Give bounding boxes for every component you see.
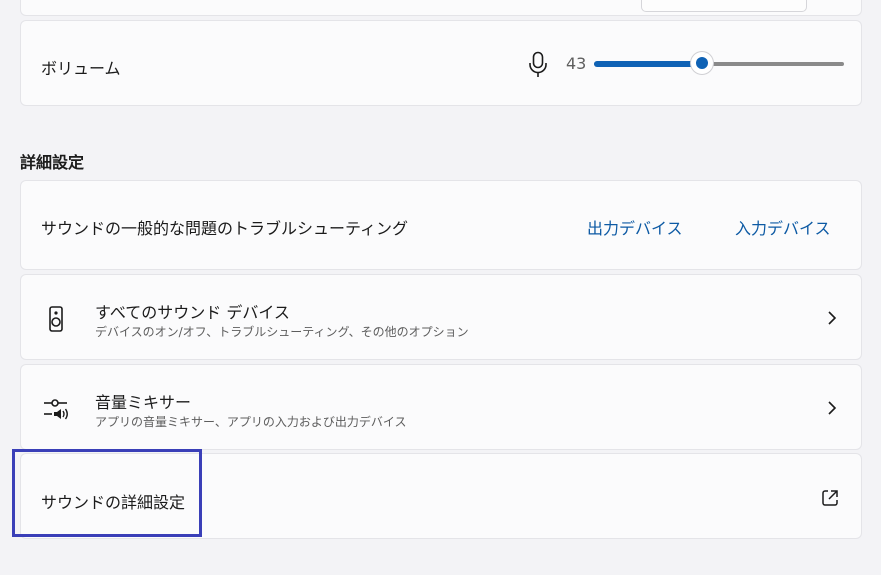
troubleshoot-card: サウンドの一般的な問題のトラブルシューティング 出力デバイス 入力デバイス — [20, 180, 862, 270]
volume-card: ボリューム 43 — [20, 20, 862, 106]
volume-mixer-subtitle: アプリの音量ミキサー、アプリの入力および出力デバイス — [95, 415, 407, 429]
mixer-icon — [44, 399, 68, 420]
dropdown-control[interactable] — [641, 0, 807, 12]
output-devices-link[interactable]: 出力デバイス — [587, 215, 683, 239]
all-sound-devices-row[interactable]: すべてのサウンド デバイス デバイスのオン/オフ、トラブルシューティング、その他… — [20, 274, 862, 360]
volume-mixer-row[interactable]: 音量ミキサー アプリの音量ミキサー、アプリの入力および出力デバイス — [20, 364, 862, 450]
section-heading-advanced: 詳細設定 — [20, 153, 85, 172]
chevron-right-icon — [828, 401, 837, 415]
volume-label: ボリューム — [41, 59, 121, 78]
previous-setting-card — [20, 0, 862, 16]
slider-fill — [594, 61, 702, 67]
speaker-icon — [49, 306, 63, 332]
volume-mixer-title: 音量ミキサー — [95, 393, 192, 412]
more-sound-settings-label: サウンドの詳細設定 — [41, 493, 186, 512]
troubleshoot-label: サウンドの一般的な問題のトラブルシューティング — [41, 219, 409, 238]
microphone-icon[interactable] — [528, 51, 548, 79]
sound-settings-page: ボリューム 43 詳細設定 サウンドの一般的な問題のトラブルシューティング 出力… — [0, 0, 881, 575]
input-devices-link[interactable]: 入力デバイス — [735, 215, 831, 239]
volume-value: 43 — [566, 54, 587, 73]
chevron-right-icon — [828, 311, 837, 325]
more-sound-settings-row[interactable]: サウンドの詳細設定 — [20, 453, 862, 539]
volume-slider[interactable] — [594, 52, 844, 74]
slider-thumb[interactable] — [691, 52, 713, 74]
external-link-icon — [822, 490, 838, 506]
all-sound-devices-title: すべてのサウンド デバイス — [95, 303, 290, 322]
all-sound-devices-subtitle: デバイスのオン/オフ、トラブルシューティング、その他のオプション — [95, 325, 469, 339]
